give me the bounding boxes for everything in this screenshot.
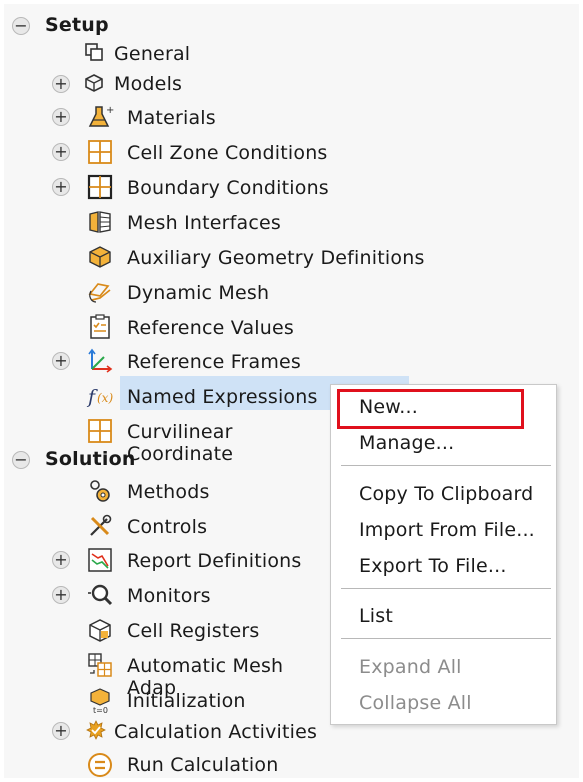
run-calculation-icon [86,751,114,779]
mesh-adaption-icon [86,651,114,679]
tree-item-report-definitions[interactable]: Report Definitions [127,550,302,572]
models-icon [83,72,105,94]
collapse-solution-icon[interactable]: − [12,451,30,469]
tree-item-mesh-interfaces[interactable]: Mesh Interfaces [127,212,281,234]
report-definitions-icon [86,546,114,574]
mesh-interfaces-icon [86,208,114,236]
context-menu: New... Manage... Copy To Clipboard Impor… [330,384,557,725]
menu-separator [341,465,551,466]
methods-icon [86,477,114,505]
dynamic-mesh-icon [86,278,114,306]
initialization-icon: t=0 [86,686,114,714]
expand-models-icon[interactable]: + [52,75,70,93]
menu-item-export-to-file[interactable]: Export To File... [331,549,556,583]
expand-materials-icon[interactable]: + [52,108,70,126]
boundary-icon [86,173,114,201]
expand-reference-frames-icon[interactable]: + [52,352,70,370]
menu-item-copy-to-clipboard[interactable]: Copy To Clipboard [331,477,556,511]
controls-icon [86,512,114,540]
monitors-icon [86,581,114,609]
materials-icon: + [86,103,114,131]
tree-item-cell-zone-conditions[interactable]: Cell Zone Conditions [127,142,328,164]
cell-zone-icon [86,138,114,166]
calc-activities-icon [85,719,107,741]
annotation-highlight-box [337,389,524,429]
tree-item-calculation-activities[interactable]: Calculation Activities [114,721,317,743]
tree-item-run-calculation[interactable]: Run Calculation [127,754,278,776]
tree-item-reference-frames[interactable]: Reference Frames [127,351,301,373]
aux-geometry-icon [86,243,114,271]
tree-section-solution[interactable]: Solution [45,448,136,470]
tree-item-initialization[interactable]: Initialization [127,690,246,712]
svg-text:t=0: t=0 [93,706,108,714]
tree-section-setup[interactable]: Setup [45,14,109,36]
tree-item-boundary-conditions[interactable]: Boundary Conditions [127,177,329,199]
named-expressions-icon: f (x) [86,382,114,410]
svg-text:(x): (x) [97,391,113,405]
curvilinear-icon [86,417,114,445]
svg-text:+: + [106,105,114,116]
expand-monitors-icon[interactable]: + [52,586,70,604]
menu-separator [341,638,551,639]
reference-frames-icon [86,347,114,375]
expand-report-definitions-icon[interactable]: + [52,551,70,569]
tree-item-controls[interactable]: Controls [127,516,207,538]
menu-separator [341,588,551,589]
tree-item-methods[interactable]: Methods [127,481,210,503]
menu-item-list[interactable]: List [331,599,556,633]
tree-item-materials[interactable]: Materials [127,107,216,129]
menu-item-collapse-all: Collapse All [359,692,472,714]
tree-item-auxiliary-geometry[interactable]: Auxiliary Geometry Definitions [127,247,425,269]
expand-boundary-icon[interactable]: + [52,178,70,196]
tree-item-cell-registers[interactable]: Cell Registers [127,620,259,642]
tree-item-models[interactable]: Models [114,73,182,95]
tree-item-named-expressions[interactable]: Named Expressions [127,386,318,408]
menu-item-manage[interactable]: Manage... [331,426,556,460]
menu-item-expand-all: Expand All [359,656,462,678]
expand-cell-zone-icon[interactable]: + [52,143,70,161]
cell-registers-icon [86,616,114,644]
menu-item-import-from-file[interactable]: Import From File... [331,513,556,547]
tree-item-curvilinear-coordinate[interactable]: Curvilinear Coordinate [127,421,332,465]
expand-calculation-activities-icon[interactable]: + [52,722,70,740]
tree-item-dynamic-mesh[interactable]: Dynamic Mesh [127,282,269,304]
reference-values-icon [86,313,114,341]
collapse-setup-icon[interactable]: − [12,17,30,35]
tree-item-reference-values[interactable]: Reference Values [127,317,294,339]
tree-item-general[interactable]: General [114,43,190,65]
tree-item-monitors[interactable]: Monitors [127,585,211,607]
general-icon [83,41,105,63]
